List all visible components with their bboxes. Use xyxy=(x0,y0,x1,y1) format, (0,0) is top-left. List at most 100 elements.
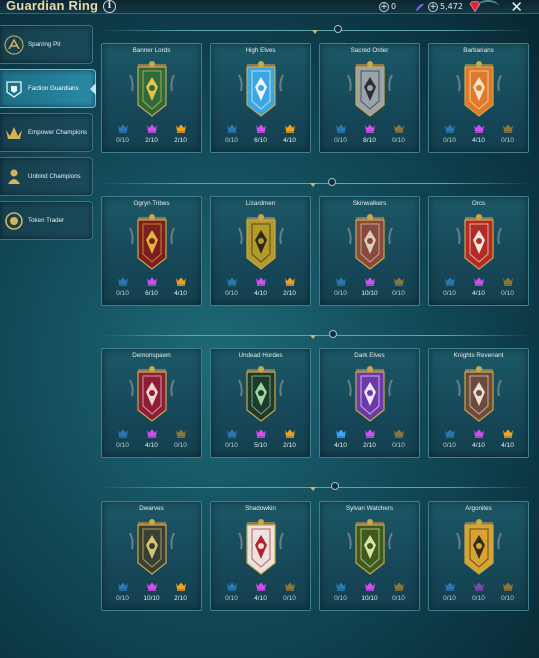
plus-icon[interactable]: + xyxy=(379,1,389,12)
faction-card[interactable]: Demonspawn 0/10 4/10 0/10 xyxy=(101,348,202,458)
rare-count-value: 0/10 xyxy=(443,290,456,297)
faction-card[interactable]: Lizardmen 0/10 4/10 2/10 xyxy=(210,196,311,306)
faction-card[interactable]: Ogryn Tribes 0/10 6/10 4/10 xyxy=(101,196,202,306)
epic-crest-icon xyxy=(255,277,266,286)
rare-crest-icon xyxy=(226,582,237,591)
guardian-counts: 0/10 4/10 0/10 xyxy=(102,429,201,449)
epic-count-value: 2/10 xyxy=(145,137,158,144)
faction-name: Skinwalkers xyxy=(352,200,387,207)
rare-count: 0/10 xyxy=(109,277,137,297)
faction-card[interactable]: Sacred Order 0/10 8/10 0/10 xyxy=(319,43,420,153)
epic-count-value: 6/10 xyxy=(145,290,158,297)
rare-count: 0/10 xyxy=(109,429,137,449)
legendary-count: 4/10 xyxy=(167,277,195,297)
close-button[interactable]: ✕ xyxy=(510,0,523,16)
legendary-count: 0/10 xyxy=(494,124,522,144)
faction-card[interactable]: Shadowkin 0/10 4/10 0/10 xyxy=(210,501,311,611)
faction-name: Demonspawn xyxy=(132,352,171,359)
faction-card[interactable]: High Elves 0/10 6/10 4/10 xyxy=(210,43,311,153)
rare-count-value: 0/10 xyxy=(225,290,238,297)
sidebar-item-sparring-pit[interactable]: Sparring Pit xyxy=(0,25,93,64)
legendary-crest-icon xyxy=(393,277,404,286)
legendary-count: 2/10 xyxy=(167,582,195,602)
epic-crest-icon xyxy=(146,277,157,286)
chevron-icon xyxy=(310,487,316,491)
silver-currency[interactable]: + 5,472 xyxy=(428,1,463,12)
epic-count-value: 4/10 xyxy=(472,290,485,297)
faction-banner-icon xyxy=(129,519,175,575)
faction-banner-icon xyxy=(129,61,175,117)
faction-name: Shadowkin xyxy=(245,505,276,512)
legendary-count: 4/10 xyxy=(494,429,522,449)
faction-card[interactable]: Barbarians 0/10 4/10 0/10 xyxy=(428,43,529,153)
rare-crest-icon xyxy=(335,277,346,286)
epic-count-value: 4/10 xyxy=(254,595,267,602)
guardian-counts: 0/10 4/10 0/10 xyxy=(211,582,310,602)
rare-count-value: 0/10 xyxy=(334,137,347,144)
gems-currency[interactable]: + 0 xyxy=(379,1,396,12)
epic-count: 2/10 xyxy=(356,429,384,449)
epic-count: 2/10 xyxy=(138,124,166,144)
epic-count-value: 4/10 xyxy=(472,442,485,449)
rare-count-value: 0/10 xyxy=(225,137,238,144)
guardian-counts: 0/10 10/10 2/10 xyxy=(102,582,201,602)
rare-count-value: 0/10 xyxy=(225,595,238,602)
faction-card[interactable]: Skinwalkers 0/10 10/10 0/10 xyxy=(319,196,420,306)
sidebar-item-empower-champions[interactable]: Empower Champions xyxy=(0,113,93,152)
legendary-count-value: 0/10 xyxy=(501,137,514,144)
faction-banner-icon xyxy=(347,366,393,422)
rare-count-value: 0/10 xyxy=(443,442,456,449)
faction-card[interactable]: Argonites 0/10 0/10 0/10 xyxy=(428,501,529,611)
faction-banner-icon xyxy=(238,61,284,117)
faction-name: Knights Revenant xyxy=(453,352,504,359)
faction-card[interactable]: Knights Revenant 0/10 4/10 4/10 xyxy=(428,348,529,458)
faction-banner-icon xyxy=(347,214,393,270)
faction-card[interactable]: Orcs 0/10 4/10 0/10 xyxy=(428,196,529,306)
skull-icon xyxy=(331,482,339,490)
epic-count: 6/10 xyxy=(138,277,166,297)
sidebar-item-faction-guardians[interactable]: Faction Guardians xyxy=(0,69,96,108)
gems-value: 0 xyxy=(391,2,397,11)
legendary-crest-icon xyxy=(175,429,186,438)
plus-icon[interactable]: + xyxy=(428,1,438,12)
rare-count: 0/10 xyxy=(109,124,137,144)
rare-crest-icon xyxy=(335,582,346,591)
faction-name: Banner Lords xyxy=(132,47,171,54)
sidebar-item-unbind-champions[interactable]: Unbind Champions xyxy=(0,157,93,196)
token-trader-icon xyxy=(5,211,23,230)
rare-count-value: 0/10 xyxy=(116,137,129,144)
epic-crest-icon xyxy=(364,124,375,133)
skull-icon xyxy=(334,25,342,33)
rare-count: 0/10 xyxy=(218,429,246,449)
rare-count-value: 0/10 xyxy=(443,595,456,602)
rare-count-value: 0/10 xyxy=(334,595,347,602)
legendary-count-value: 4/10 xyxy=(174,290,187,297)
guardian-counts: 0/10 6/10 4/10 xyxy=(211,124,310,144)
epic-crest-icon xyxy=(473,582,484,591)
sidebar-item-label: Empower Champions xyxy=(28,128,88,136)
epic-count: 4/10 xyxy=(465,429,493,449)
faction-name: Undead Hordes xyxy=(238,352,283,359)
guardian-counts: 0/10 4/10 0/10 xyxy=(429,277,528,297)
skull-icon xyxy=(329,330,337,338)
legendary-count-value: 2/10 xyxy=(283,442,296,449)
rare-crest-icon xyxy=(226,429,237,438)
faction-banner-icon xyxy=(456,214,502,270)
info-icon[interactable]: i xyxy=(103,0,116,13)
faction-card[interactable]: Dwarves 0/10 10/10 2/10 xyxy=(101,501,202,611)
faction-card[interactable]: Dark Elves 4/10 2/10 0/10 xyxy=(319,348,420,458)
rare-crest-icon xyxy=(444,582,455,591)
epic-count: 4/10 xyxy=(465,277,493,297)
legendary-count-value: 2/10 xyxy=(283,290,296,297)
epic-count-value: 0/10 xyxy=(472,595,485,602)
faction-card[interactable]: Banner Lords 0/10 2/10 2/10 xyxy=(101,43,202,153)
sidebar-item-token-trader[interactable]: Token Trader xyxy=(0,201,93,240)
legendary-count-value: 0/10 xyxy=(392,442,405,449)
faction-name: Orcs xyxy=(471,200,486,207)
legendary-crest-icon xyxy=(284,582,295,591)
faction-card[interactable]: Undead Hordes 0/10 5/10 2/10 xyxy=(210,348,311,458)
legendary-count: 0/10 xyxy=(167,429,195,449)
epic-count-value: 10/10 xyxy=(361,595,378,602)
faction-card[interactable]: Sylvan Watchers 0/10 10/10 0/10 xyxy=(319,501,420,611)
rare-count: 0/10 xyxy=(218,582,246,602)
